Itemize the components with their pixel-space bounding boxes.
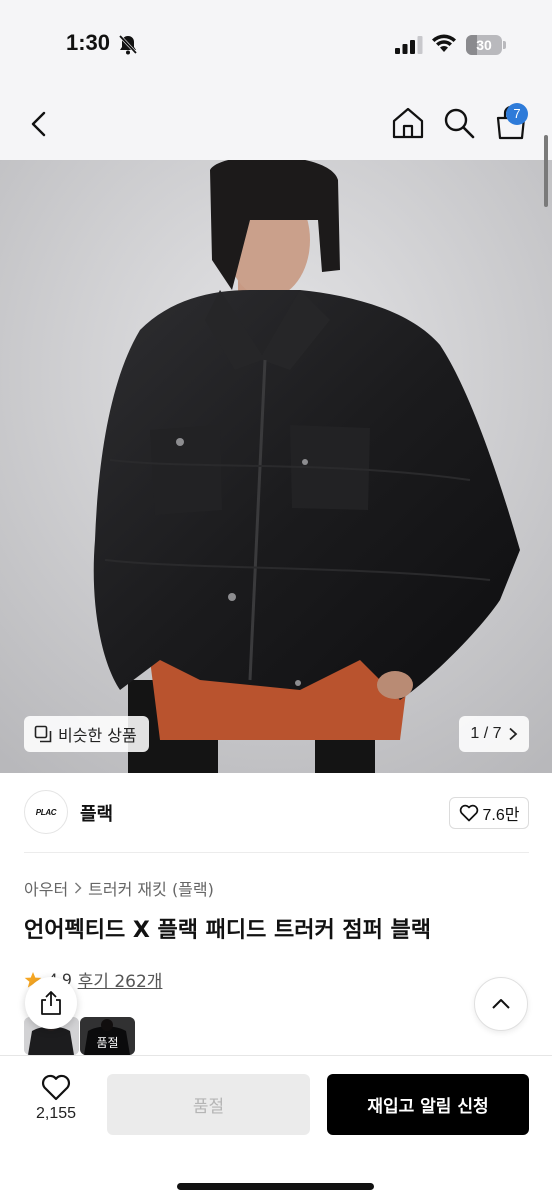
chevron-right-icon xyxy=(508,727,517,741)
battery-indicator: 30 xyxy=(466,35,502,55)
brand-logo[interactable]: PLAC xyxy=(24,790,68,834)
back-icon[interactable] xyxy=(24,108,56,140)
search-icon[interactable] xyxy=(441,105,477,141)
scroll-top-button[interactable] xyxy=(474,977,528,1031)
home-indicator[interactable] xyxy=(177,1183,374,1190)
bottom-action-bar: 2,155 품절 재입고 알림 신청 xyxy=(0,1055,552,1200)
battery-level: 30 xyxy=(476,37,492,53)
color-thumbnail[interactable]: 품절 xyxy=(80,1017,135,1055)
scrollbar[interactable] xyxy=(544,135,548,207)
review-link[interactable]: 후기 262개 xyxy=(78,967,163,992)
brand-logo-text: PLAC xyxy=(35,807,57,817)
soldout-button[interactable]: 품절 xyxy=(107,1074,310,1135)
product-image[interactable]: 비슷한 상품 1 / 7 xyxy=(0,160,552,773)
battery-cap xyxy=(503,41,506,49)
thumbnail-soldout-label: 품절 xyxy=(80,1017,135,1055)
breadcrumb-subcategory[interactable]: 트러커 재킷 (플랙) xyxy=(88,876,214,900)
wishlist-count: 2,155 xyxy=(35,1105,77,1122)
wifi-icon xyxy=(432,34,456,52)
image-page-count: 1 / 7 xyxy=(470,725,502,742)
nav-bar xyxy=(0,90,552,160)
brand-name[interactable]: 플랙 xyxy=(80,800,113,826)
chevron-right-icon xyxy=(75,882,82,894)
heart-icon xyxy=(41,1074,71,1101)
heart-icon xyxy=(459,804,478,822)
image-page-indicator[interactable]: 1 / 7 xyxy=(459,716,529,752)
product-title: 언어펙티드 X 플랙 패디드 트러커 점퍼 블랙 xyxy=(24,918,431,943)
home-icon[interactable] xyxy=(390,105,426,141)
status-time: 1:30 xyxy=(66,30,111,55)
breadcrumb-category[interactable]: 아우터 xyxy=(24,876,68,900)
brand-like-count: 7.6만 xyxy=(482,807,520,824)
product-photo xyxy=(0,160,552,773)
restock-alert-button[interactable]: 재입고 알림 신청 xyxy=(327,1074,529,1135)
chevron-up-icon xyxy=(492,999,510,1009)
divider xyxy=(24,852,529,853)
signal-icon xyxy=(395,36,423,54)
share-button[interactable] xyxy=(25,977,77,1029)
similar-icon xyxy=(34,725,52,743)
similar-products-button[interactable]: 비슷한 상품 xyxy=(24,716,149,752)
wishlist-button[interactable]: 2,155 xyxy=(30,1074,82,1134)
share-icon xyxy=(41,991,61,1015)
bell-slash-icon xyxy=(118,34,138,55)
breadcrumb: 아우터 트러커 재킷 (플랙) xyxy=(24,876,214,900)
cart-count-badge: 7 xyxy=(506,103,528,125)
brand-like-button[interactable]: 7.6만 xyxy=(449,797,529,829)
status-bar: 1:30 30 xyxy=(0,0,552,90)
similar-products-label: 비슷한 상품 xyxy=(58,726,137,745)
